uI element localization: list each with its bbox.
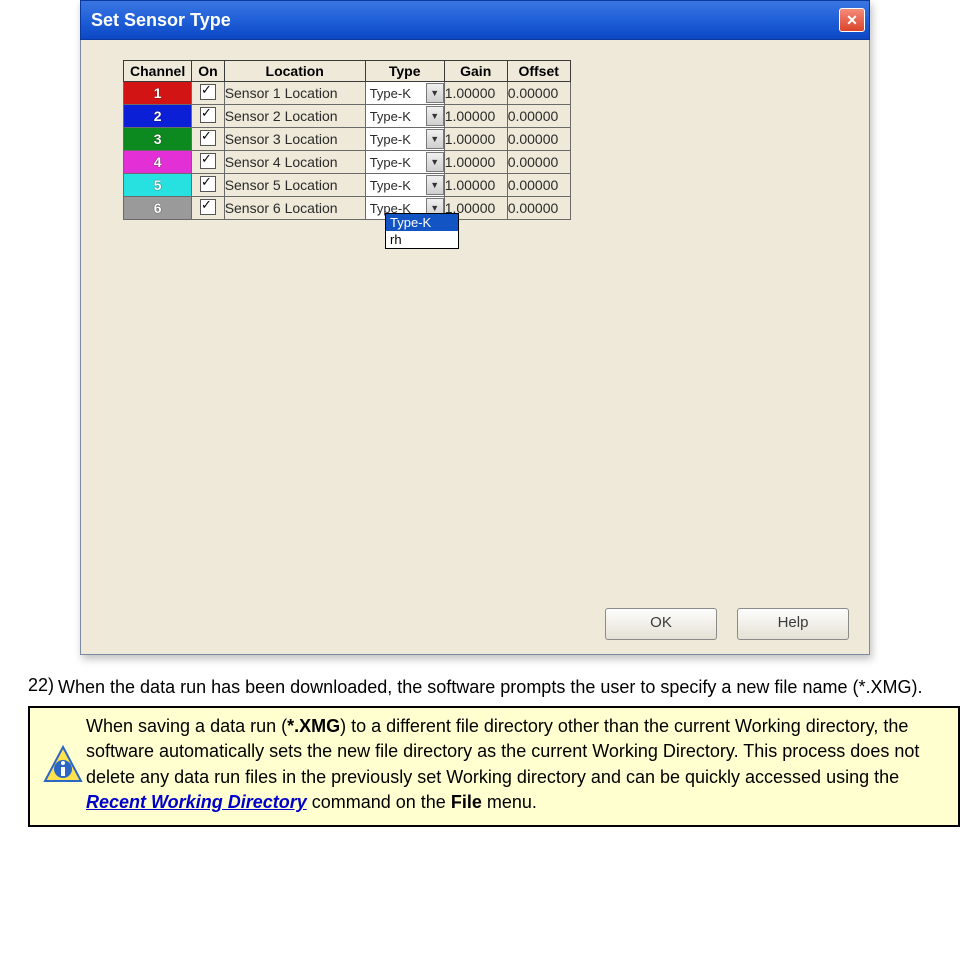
- on-checkbox[interactable]: [200, 84, 216, 100]
- ok-button[interactable]: OK: [605, 608, 717, 640]
- col-gain: Gain: [444, 61, 507, 82]
- file-menu-ref: File: [451, 792, 482, 812]
- type-dropdown-button[interactable]: ▼: [426, 106, 444, 126]
- info-note: When saving a data run (*.XMG) to a diff…: [28, 706, 960, 827]
- gain-cell[interactable]: 1.00000: [444, 128, 507, 151]
- offset-cell[interactable]: 0.00000: [507, 105, 570, 128]
- set-sensor-type-dialog: Set Sensor Type ✕ Channel On Location Ty…: [80, 0, 870, 655]
- help-button[interactable]: Help: [737, 608, 849, 640]
- info-icon: [40, 714, 86, 815]
- type-dropdown-list[interactable]: Type-K rh: [385, 213, 459, 249]
- type-cell: Type-K ▼: [365, 151, 444, 174]
- table-row: 2 Sensor 2 Location Type-K ▼1.000000.00000: [124, 105, 571, 128]
- dialog-title: Set Sensor Type: [91, 10, 231, 31]
- on-cell: [192, 197, 224, 220]
- channel-cell: 3: [124, 128, 192, 151]
- on-checkbox[interactable]: [200, 130, 216, 146]
- on-checkbox[interactable]: [200, 153, 216, 169]
- type-value: Type-K: [370, 109, 411, 124]
- table-row: 5 Sensor 5 Location Type-K ▼1.000000.00000: [124, 174, 571, 197]
- offset-cell[interactable]: 0.00000: [507, 128, 570, 151]
- note-ext: *.XMG: [287, 716, 340, 736]
- channel-cell: 2: [124, 105, 192, 128]
- sensor-table: Channel On Location Type Gain Offset 1 Se…: [123, 60, 571, 220]
- type-dropdown-button[interactable]: ▼: [426, 129, 444, 149]
- channel-cell: 5: [124, 174, 192, 197]
- gain-cell[interactable]: 1.00000: [444, 174, 507, 197]
- table-row: 4 Sensor 4 Location Type-K ▼1.000000.00000: [124, 151, 571, 174]
- offset-cell[interactable]: 0.00000: [507, 197, 570, 220]
- type-cell: Type-K ▼: [365, 128, 444, 151]
- on-checkbox[interactable]: [200, 107, 216, 123]
- on-cell: [192, 128, 224, 151]
- type-dropdown-button[interactable]: ▼: [426, 152, 444, 172]
- table-row: 6Sensor 6 LocationType-K▼1.000000.00000: [124, 197, 571, 220]
- type-cell: Type-K ▼: [365, 174, 444, 197]
- offset-cell[interactable]: 0.00000: [507, 151, 570, 174]
- type-value: Type-K: [370, 86, 411, 101]
- offset-cell[interactable]: 0.00000: [507, 82, 570, 105]
- type-value: Type-K: [370, 132, 411, 147]
- location-cell[interactable]: Sensor 4 Location: [224, 151, 365, 174]
- dialog-body: Channel On Location Type Gain Offset 1 Se…: [80, 40, 870, 655]
- location-cell[interactable]: Sensor 6 Location: [224, 197, 365, 220]
- table-row: 1 Sensor 1 Location Type-K ▼1.000000.00000: [124, 82, 571, 105]
- on-cell: [192, 105, 224, 128]
- location-cell[interactable]: Sensor 1 Location: [224, 82, 365, 105]
- close-button[interactable]: ✕: [839, 8, 865, 32]
- type-cell: Type-K ▼: [365, 82, 444, 105]
- col-channel: Channel: [124, 61, 192, 82]
- dialog-titlebar: Set Sensor Type ✕: [80, 0, 870, 40]
- col-location: Location: [224, 61, 365, 82]
- gain-cell[interactable]: 1.00000: [444, 151, 507, 174]
- col-on: On: [192, 61, 224, 82]
- on-checkbox[interactable]: [200, 199, 216, 215]
- step-22: 22) When the data run has been downloade…: [28, 675, 960, 700]
- channel-cell: 1: [124, 82, 192, 105]
- offset-cell[interactable]: 0.00000: [507, 174, 570, 197]
- type-cell: Type-K ▼: [365, 105, 444, 128]
- type-dropdown-button[interactable]: ▼: [426, 83, 444, 103]
- type-value: Type-K: [370, 178, 411, 193]
- on-cell: [192, 82, 224, 105]
- table-row: 3 Sensor 3 Location Type-K ▼1.000000.00000: [124, 128, 571, 151]
- col-type: Type: [365, 61, 444, 82]
- location-cell[interactable]: Sensor 3 Location: [224, 128, 365, 151]
- location-cell[interactable]: Sensor 2 Location: [224, 105, 365, 128]
- step-text: When the data run has been downloaded, t…: [58, 675, 960, 700]
- gain-cell[interactable]: 1.00000: [444, 105, 507, 128]
- step-number: 22): [28, 675, 58, 700]
- location-cell[interactable]: Sensor 5 Location: [224, 174, 365, 197]
- col-offset: Offset: [507, 61, 570, 82]
- close-icon: ✕: [846, 12, 858, 29]
- note-text: When saving a data run (*.XMG) to a diff…: [86, 714, 948, 815]
- gain-cell[interactable]: 1.00000: [444, 82, 507, 105]
- type-option-type-k[interactable]: Type-K: [386, 214, 458, 231]
- on-checkbox[interactable]: [200, 176, 216, 192]
- channel-cell: 4: [124, 151, 192, 174]
- channel-cell: 6: [124, 197, 192, 220]
- type-option-rh[interactable]: rh: [386, 231, 458, 248]
- recent-working-directory-link[interactable]: Recent Working Directory: [86, 792, 307, 812]
- type-value: Type-K: [370, 155, 411, 170]
- on-cell: [192, 174, 224, 197]
- on-cell: [192, 151, 224, 174]
- type-dropdown-button[interactable]: ▼: [426, 175, 444, 195]
